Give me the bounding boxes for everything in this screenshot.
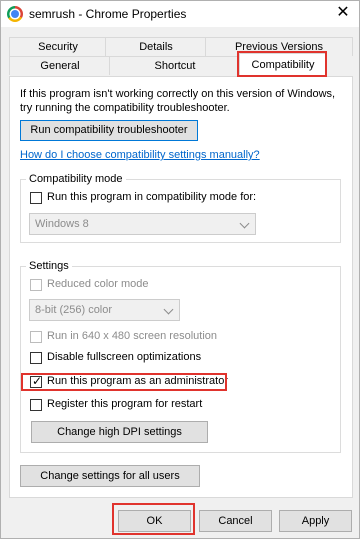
chevron-down-icon — [165, 304, 173, 312]
os-version-select: Windows 8 — [29, 213, 256, 235]
troubleshooter-button[interactable]: Run compatibility troubleshooter — [20, 120, 198, 141]
disable-fullscreen-checkbox[interactable] — [30, 352, 42, 364]
tab-details[interactable]: Details — [105, 37, 207, 56]
reduced-color-label: Reduced color mode — [47, 278, 149, 290]
color-depth-select: 8-bit (256) color — [29, 299, 180, 321]
ok-button[interactable]: OK — [118, 510, 191, 532]
tab-security[interactable]: Security — [9, 37, 107, 56]
color-depth-value: 8-bit (256) color — [35, 304, 113, 316]
chevron-down-icon — [241, 218, 249, 226]
run-as-admin-label: Run this program as an administrator — [47, 375, 228, 387]
disable-fullscreen-label: Disable fullscreen optimizations — [47, 351, 202, 363]
cancel-button[interactable]: Cancel — [199, 510, 272, 532]
intro-text: If this program isn't working correctly … — [20, 88, 336, 114]
properties-window: semrush - Chrome Properties ✕ Security D… — [0, 0, 360, 539]
compat-mode-legend: Compatibility mode — [26, 173, 126, 185]
manual-settings-link[interactable]: How do I choose compatibility settings m… — [20, 149, 260, 161]
change-all-users-button[interactable]: Change settings for all users — [20, 465, 200, 487]
register-restart-label: Register this program for restart — [47, 398, 203, 410]
tab-general[interactable]: General — [9, 56, 111, 75]
compat-mode-checkbox[interactable] — [30, 192, 42, 204]
settings-legend: Settings — [26, 260, 72, 272]
close-icon[interactable]: ✕ — [333, 4, 353, 22]
reduced-color-checkbox — [30, 279, 42, 291]
compat-mode-label: Run this program in compatibility mode f… — [47, 191, 257, 203]
tab-compatibility[interactable]: Compatibility — [239, 53, 327, 76]
chrome-icon — [7, 6, 23, 22]
res-640-checkbox — [30, 331, 42, 343]
tab-shortcut[interactable]: Shortcut — [109, 56, 241, 75]
change-dpi-button[interactable]: Change high DPI settings — [31, 421, 208, 443]
run-as-admin-checkbox[interactable] — [30, 374, 42, 388]
apply-button[interactable]: Apply — [279, 510, 352, 532]
title-bar: semrush - Chrome Properties ✕ — [1, 1, 359, 27]
register-restart-checkbox[interactable] — [30, 399, 42, 411]
res-640-label: Run in 640 x 480 screen resolution — [47, 330, 217, 342]
window-title: semrush - Chrome Properties — [29, 7, 187, 21]
os-version-value: Windows 8 — [35, 218, 89, 230]
